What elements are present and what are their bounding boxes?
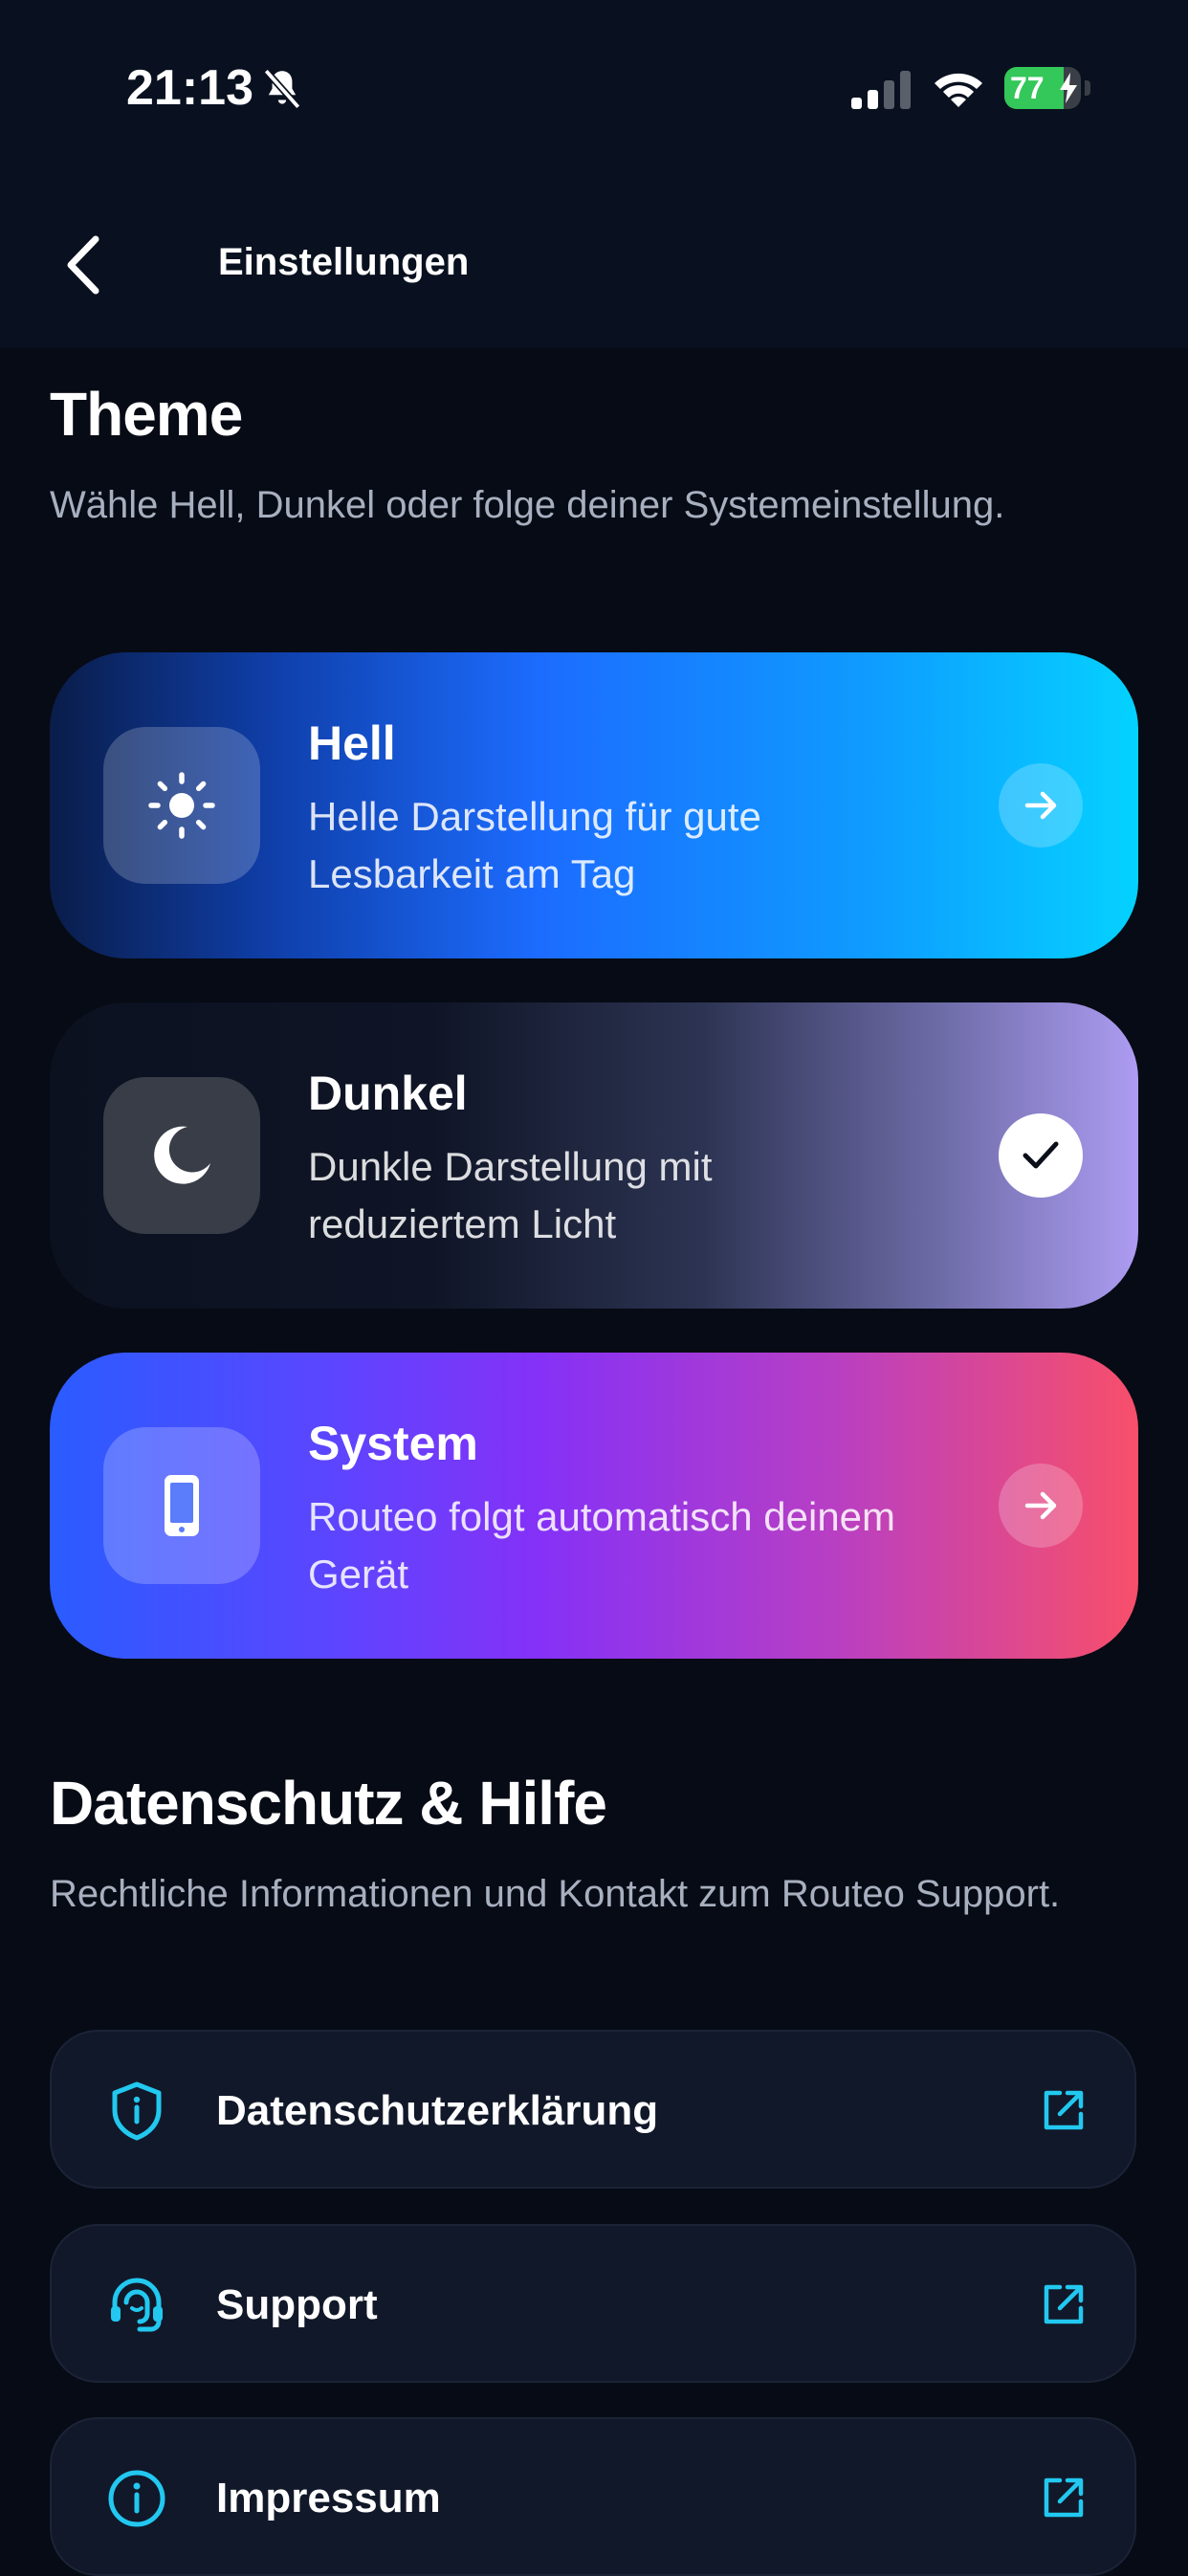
- navigation-bar: Einstellungen: [0, 182, 1188, 348]
- theme-option-title: Hell: [308, 716, 396, 770]
- phone-icon: [165, 1475, 199, 1536]
- wifi-icon: [935, 73, 982, 107]
- external-link-icon: [1044, 2284, 1084, 2324]
- external-link-icon: [1044, 2090, 1084, 2130]
- privacy-section-title: Datenschutz & Hilfe: [50, 1769, 607, 1838]
- chevron-left-icon[interactable]: [57, 231, 115, 298]
- theme-icon-box: [103, 727, 260, 884]
- link-label: Support: [216, 2281, 378, 2328]
- theme-option-dunkel[interactable]: Dunkel Dunkle Darstellung mit reduzierte…: [50, 1002, 1138, 1309]
- theme-icon-box: [103, 1077, 260, 1234]
- headset-icon: [111, 2278, 163, 2332]
- shield-info-icon: [112, 2081, 162, 2141]
- status-time: 21:13: [126, 60, 253, 116]
- link-label: Datenschutzerklärung: [216, 2087, 659, 2134]
- link-impressum[interactable]: Impressum: [50, 2417, 1136, 2576]
- theme-option-system[interactable]: System Routeo folgt automatisch deinem G…: [50, 1353, 1138, 1659]
- theme-option-title: Dunkel: [308, 1067, 468, 1120]
- theme-option-hell[interactable]: Hell Helle Darstellung für gute Lesbarke…: [50, 652, 1138, 958]
- status-bar: 21:13 77: [0, 0, 1188, 182]
- bell-muted-icon: [263, 68, 301, 110]
- page-title: Einstellungen: [218, 241, 470, 283]
- link-datenschutzerklaerung[interactable]: Datenschutzerklärung: [50, 2030, 1136, 2189]
- moon-icon: [154, 1126, 210, 1184]
- battery-percent: 77: [1010, 71, 1045, 105]
- theme-section-description: Wähle Hell, Dunkel oder folge deiner Sys…: [50, 484, 1005, 526]
- theme-icon-box: [103, 1427, 260, 1584]
- theme-option-description: Routeo folgt automatisch deinem Gerät: [308, 1494, 896, 1596]
- checkmark-icon: [999, 1113, 1083, 1198]
- theme-option-title: System: [308, 1417, 478, 1470]
- theme-section-title: Theme: [50, 380, 243, 449]
- charging-bolt-icon: [1060, 73, 1077, 103]
- theme-option-description: Dunkle Darstellung mit reduziertem Licht: [308, 1144, 713, 1246]
- arrow-right-icon: [999, 763, 1083, 848]
- link-support[interactable]: Support: [50, 2224, 1136, 2383]
- privacy-section-description: Rechtliche Informationen und Kontakt zum…: [50, 1873, 1061, 1915]
- cellular-signal-icon: [851, 71, 911, 109]
- theme-option-description: Helle Darstellung für gute Lesbarkeit am…: [308, 794, 761, 896]
- external-link-icon: [1044, 2477, 1084, 2518]
- battery-indicator: 77: [1004, 67, 1090, 109]
- info-circle-icon: [108, 2470, 165, 2527]
- arrow-right-icon: [999, 1464, 1083, 1548]
- link-label: Impressum: [216, 2475, 441, 2521]
- sun-icon: [148, 772, 215, 839]
